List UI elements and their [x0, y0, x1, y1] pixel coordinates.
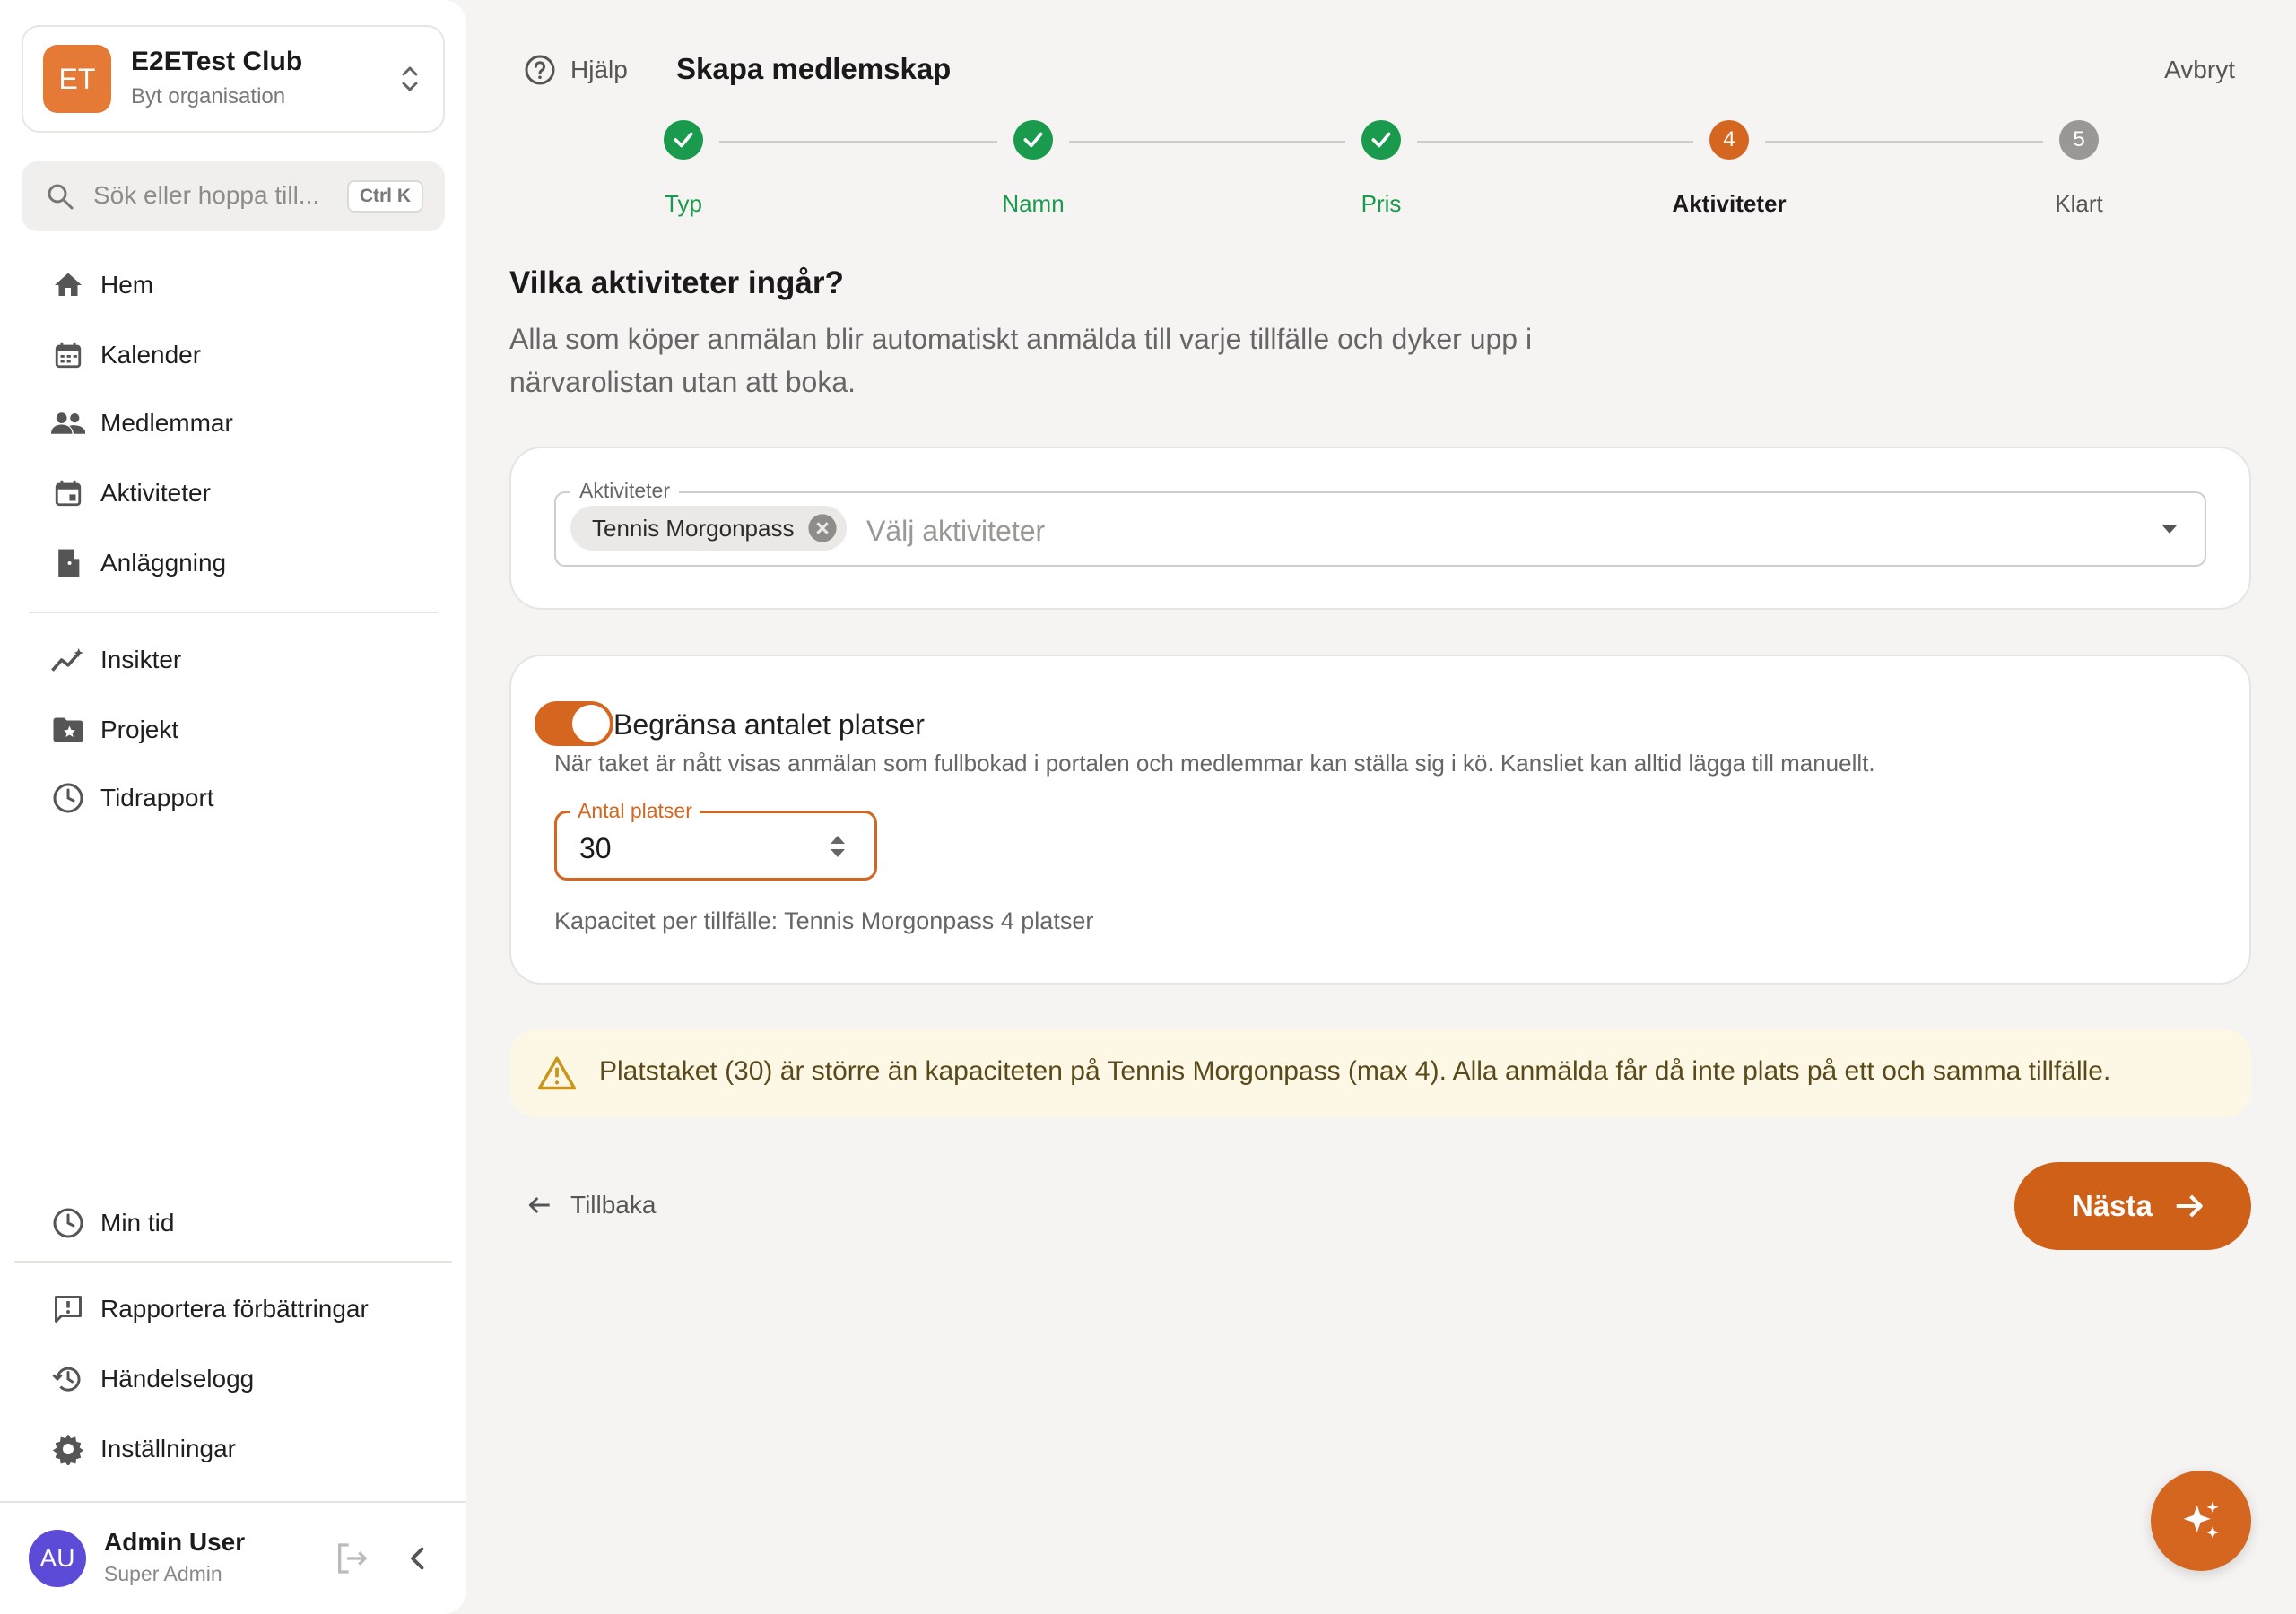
stepper-connector	[1765, 141, 2043, 143]
arrow-right-icon	[2176, 1194, 2203, 1218]
next-button-label: Nästa	[2072, 1189, 2152, 1222]
logout-icon[interactable]	[334, 1540, 370, 1576]
nav-label: Insikter	[100, 646, 182, 673]
nav-item-tidrapport[interactable]: Tidrapport	[29, 771, 441, 825]
sidebar: ET E2ETest Club Byt organisation Sök ell…	[0, 0, 466, 1614]
page-title: Skapa medlemskap	[676, 52, 952, 85]
user-name: Admin User	[104, 1528, 246, 1556]
people-icon	[50, 405, 86, 441]
nav-item-rapportera[interactable]: Rapportera förbättringar	[29, 1282, 441, 1336]
nav-item-aktiviteter[interactable]: Aktiviteter	[29, 466, 441, 520]
sidebar-divider	[14, 1261, 452, 1263]
nav-label: Anläggning	[100, 549, 227, 577]
feedback-icon	[50, 1291, 86, 1327]
limit-toggle[interactable]	[535, 701, 613, 746]
chevron-left-icon[interactable]	[402, 1542, 434, 1575]
search-box[interactable]: Sök eller hoppa till... Ctrl K	[22, 161, 445, 231]
seats-field-label: Antal platser	[570, 799, 700, 823]
limit-help-text: När taket är nått visas anmälan som full…	[554, 750, 1875, 777]
history-icon	[50, 1361, 86, 1397]
nav-label: Rapportera förbättringar	[100, 1295, 369, 1323]
nav-label: Aktiviteter	[100, 479, 211, 507]
ai-assistant-button[interactable]	[2151, 1471, 2251, 1571]
door-icon	[50, 545, 86, 581]
calendar-icon	[50, 337, 86, 373]
nav-item-insikter[interactable]: Insikter	[29, 633, 441, 687]
sparkles-icon	[2183, 1501, 2219, 1539]
section-title: Vilka aktiviteter ingår?	[509, 265, 844, 300]
gear-icon	[50, 1431, 86, 1467]
nav-label: Medlemmar	[100, 409, 233, 437]
activities-field-label: Aktiviteter	[570, 479, 679, 503]
event-icon	[50, 475, 86, 511]
avatar[interactable]: AU	[29, 1530, 86, 1587]
activity-chip-label: Tennis Morgonpass	[592, 515, 795, 542]
nav-label: Händelselogg	[100, 1365, 255, 1393]
nav-item-handelselogg[interactable]: Händelselogg	[29, 1352, 441, 1406]
nav-item-projekt[interactable]: Projekt	[29, 703, 441, 757]
nav-label: Inställningar	[100, 1435, 236, 1462]
remove-chip-icon[interactable]	[807, 513, 838, 543]
org-switcher[interactable]: ET E2ETest Club Byt organisation	[22, 25, 445, 133]
nav-item-medlemmar[interactable]: Medlemmar	[29, 396, 441, 450]
unfold-icon	[402, 66, 418, 91]
clock-icon	[50, 780, 86, 816]
capacity-warning: Platstaket (30) är större än kapaciteten…	[509, 1029, 2251, 1117]
stepper-connector	[1417, 141, 1693, 143]
step-label-aktiviteter: Aktiviteter	[1672, 190, 1787, 217]
warning-icon	[538, 1056, 576, 1090]
activities-placeholder[interactable]: Välj aktiviteter	[866, 515, 1045, 548]
cancel-button[interactable]: Avbryt	[2164, 56, 2235, 84]
help-icon[interactable]	[524, 54, 556, 86]
stepper-connector	[1069, 141, 1345, 143]
nav-label: Min tid	[100, 1209, 175, 1237]
warning-text: Platstaket (30) är större än kapaciteten…	[599, 1056, 2111, 1086]
clock-icon	[50, 1205, 86, 1241]
toggle-knob	[572, 705, 610, 742]
step-check-icon	[1361, 120, 1401, 160]
step-number-pending: 5	[2059, 120, 2099, 160]
nav-item-hem[interactable]: Hem	[29, 258, 441, 312]
stepper-connector	[719, 141, 997, 143]
step-label-pris: Pris	[1361, 190, 1402, 217]
nav-label: Projekt	[100, 716, 179, 743]
folder-star-icon	[50, 712, 86, 748]
nav-item-min-tid[interactable]: Min tid	[29, 1196, 441, 1250]
activity-chip: Tennis Morgonpass	[570, 506, 847, 551]
org-avatar: ET	[43, 45, 111, 113]
search-shortcut-badge: Ctrl K	[346, 180, 423, 213]
org-name: E2ETest Club	[131, 47, 303, 76]
org-switch-label: Byt organisation	[131, 84, 286, 108]
arrow-left-icon[interactable]	[526, 1191, 554, 1219]
search-placeholder: Sök eller hoppa till...	[93, 181, 320, 209]
step-label-klart: Klart	[2055, 190, 2103, 217]
step-number-active: 4	[1709, 120, 1749, 160]
capacity-text: Kapacitet per tillfälle: Tennis Morgonpa…	[554, 907, 1094, 934]
section-description: Alla som köper anmälan blir automatiskt …	[509, 323, 1533, 398]
step-label-namn: Namn	[1002, 190, 1065, 217]
nav-label: Hem	[100, 271, 154, 299]
sidebar-divider	[0, 1501, 466, 1503]
step-check-icon	[664, 120, 703, 160]
sidebar-divider	[29, 612, 438, 613]
search-icon	[48, 184, 74, 210]
user-role: Super Admin	[104, 1562, 222, 1585]
insights-icon	[50, 642, 86, 678]
nav-label: Kalender	[100, 341, 202, 369]
nav-item-anlaggning[interactable]: Anläggning	[29, 536, 441, 590]
nav-item-installningar[interactable]: Inställningar	[29, 1422, 441, 1476]
back-button[interactable]: Tillbaka	[570, 1191, 656, 1219]
help-button[interactable]: Hjälp	[570, 56, 628, 84]
spinner-arrows-icon[interactable]	[825, 832, 850, 861]
step-check-icon	[1013, 120, 1053, 160]
nav-item-kalender[interactable]: Kalender	[29, 328, 441, 382]
next-button[interactable]: Nästa	[2014, 1162, 2251, 1250]
seats-value[interactable]: 30	[579, 832, 612, 865]
nav-label: Tidrapport	[100, 784, 214, 811]
home-icon	[50, 267, 86, 303]
step-label-typ: Typ	[665, 190, 702, 217]
dropdown-arrow-icon[interactable]	[2156, 520, 2183, 538]
limit-toggle-label: Begränsa antalet platser	[613, 708, 925, 741]
